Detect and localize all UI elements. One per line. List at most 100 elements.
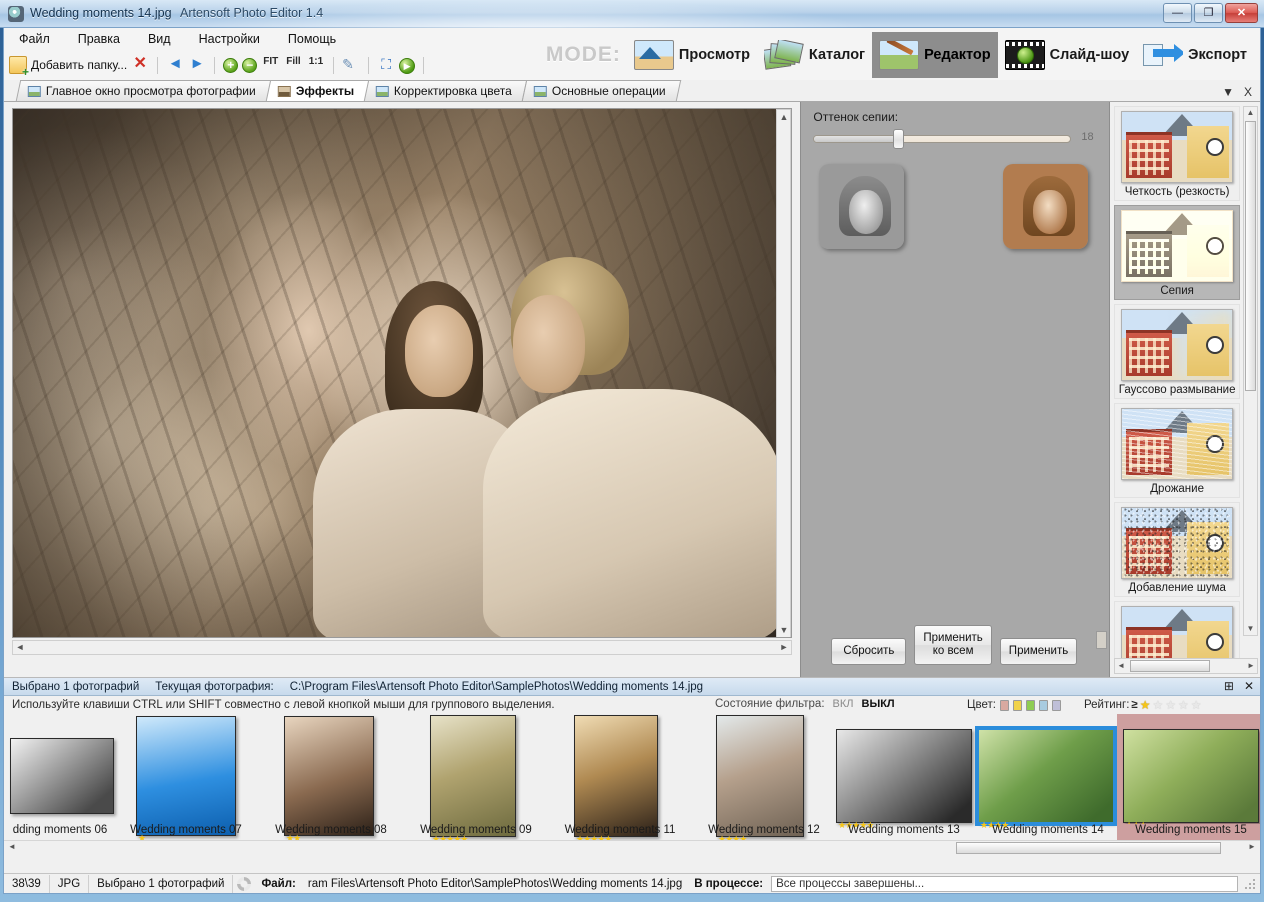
- thumbnail-image-11[interactable]: ★★★★★: [574, 715, 658, 844]
- tab-effects[interactable]: Эффекты: [265, 80, 370, 101]
- rating-star-1[interactable]: ★: [1140, 698, 1151, 712]
- strip-scroll-thumb[interactable]: [956, 842, 1221, 854]
- scroll-up-arrow[interactable]: ▲: [777, 111, 791, 124]
- effects-hscroll-left-arrow[interactable]: ◄: [1115, 660, 1127, 672]
- menu-settings[interactable]: Настройки: [196, 30, 263, 48]
- browser-close-icon[interactable]: ✕: [1244, 679, 1254, 693]
- color-swatch-yellow[interactable]: [1012, 699, 1022, 711]
- sepia-slider-thumb[interactable]: [893, 129, 905, 149]
- previous-photo-icon[interactable]: ◄: [166, 56, 184, 74]
- filter-on-option[interactable]: ВКЛ: [833, 698, 854, 710]
- thumbnail-cell[interactable]: ★: [132, 716, 240, 843]
- play-slideshow-icon[interactable]: ▶: [399, 57, 416, 74]
- scroll-right-arrow[interactable]: ►: [777, 641, 791, 654]
- mode-button-slideshow[interactable]: Слайд-шоу: [998, 32, 1137, 78]
- effects-hscroll-right-arrow[interactable]: ►: [1245, 660, 1257, 672]
- mode-button-catalog[interactable]: Каталог: [757, 32, 872, 78]
- color-swatch-purple[interactable]: [1051, 699, 1061, 711]
- apply-to-all-button[interactable]: Применить ко всем: [914, 625, 992, 665]
- tab-close-icon[interactable]: X: [1244, 85, 1252, 99]
- color-swatch-green[interactable]: [1025, 699, 1035, 711]
- apply-button[interactable]: Применить: [999, 638, 1078, 665]
- menu-file[interactable]: Файл: [16, 30, 53, 48]
- effects-scroll-down-arrow[interactable]: ▼: [1245, 623, 1256, 635]
- thumbnail-cell[interactable]: ★★★★: [712, 715, 808, 844]
- editor-mode-icon: [879, 40, 920, 70]
- thumbnail-image-13[interactable]: ★★★★★: [836, 729, 972, 830]
- preview-after-sepia[interactable]: [1003, 164, 1089, 249]
- menu-help[interactable]: Помощь: [285, 30, 339, 48]
- effects-scroll-thumb[interactable]: [1245, 121, 1256, 391]
- thumbnail-image-08[interactable]: ★★: [284, 716, 374, 843]
- minimize-button[interactable]: —: [1163, 3, 1192, 23]
- viewer-horizontal-scrollbar[interactable]: ◄ ►: [12, 640, 792, 655]
- filter-off-option[interactable]: ВЫКЛ: [862, 698, 895, 710]
- effect-item-gaussian-blur[interactable]: Гауссово размывание: [1114, 304, 1241, 399]
- rating-operator[interactable]: ≥: [1131, 699, 1137, 711]
- effects-list-horizontal-scrollbar[interactable]: ◄ ►: [1114, 658, 1258, 674]
- effect-item-sharpness[interactable]: Четкость (резкость): [1114, 106, 1241, 201]
- sepia-slider-track[interactable]: [813, 135, 1072, 143]
- tab-main-viewer[interactable]: Главное окно просмотра фотографии: [15, 80, 271, 101]
- mode-button-editor[interactable]: Редактор: [872, 32, 998, 78]
- next-photo-icon[interactable]: ►: [188, 56, 206, 74]
- effect-item-add-noise[interactable]: Добавление шума: [1114, 502, 1241, 597]
- effects-list-vertical-scrollbar[interactable]: ▲ ▼: [1243, 106, 1258, 636]
- image-canvas[interactable]: ▲ ▼: [12, 108, 792, 638]
- rating-star-2[interactable]: ★: [1153, 698, 1164, 712]
- thumbnail-cell[interactable]: ★★: [280, 716, 378, 843]
- one-to-one-button[interactable]: 1:1: [307, 56, 325, 74]
- effects-hscroll-thumb[interactable]: [1130, 660, 1211, 672]
- thumbnail-cell[interactable]: [6, 718, 118, 834]
- add-folder-icon[interactable]: [9, 56, 29, 77]
- thumbnail-strip[interactable]: ★ ★★ ★★★★★ ★★★★★ ★★★★ ★★★★★ ★★★★ dding m…: [4, 714, 1260, 854]
- close-button[interactable]: ✕: [1225, 3, 1258, 23]
- scroll-left-arrow[interactable]: ◄: [13, 641, 27, 654]
- rating-star-4[interactable]: ★: [1178, 698, 1189, 712]
- color-swatch-blue[interactable]: [1038, 699, 1048, 711]
- fit-button[interactable]: FIT: [261, 56, 280, 74]
- scroll-down-arrow[interactable]: ▼: [777, 624, 791, 637]
- resize-grip-icon[interactable]: [1244, 877, 1256, 890]
- fill-button[interactable]: Fill: [284, 56, 302, 74]
- delete-icon[interactable]: ✕: [131, 56, 149, 74]
- zoom-in-icon[interactable]: +: [223, 58, 239, 73]
- mode-button-view[interactable]: Просмотр: [627, 32, 757, 78]
- preview-before-grayscale[interactable]: [819, 164, 905, 249]
- thumbnail-cell[interactable]: ★★★★★: [832, 718, 976, 834]
- effects-scroll-up-arrow[interactable]: ▲: [1245, 107, 1256, 119]
- thumbnail-image-12[interactable]: ★★★★: [716, 715, 804, 844]
- maximize-button[interactable]: ❐: [1194, 3, 1223, 23]
- rating-star-3[interactable]: ★: [1165, 698, 1176, 712]
- thumbnail-cell[interactable]: ★★★★★: [570, 715, 662, 844]
- thumbnail-image-07[interactable]: ★: [136, 716, 236, 843]
- tab-basic-operations[interactable]: Основные операции: [521, 80, 681, 101]
- thumbnail-image-15[interactable]: ★★★: [1123, 729, 1259, 830]
- strip-scroll-left-arrow[interactable]: ◄: [6, 841, 18, 853]
- panel-scroll-handle[interactable]: [1096, 631, 1108, 649]
- rating-star-5[interactable]: ★: [1191, 698, 1202, 712]
- thumbnail-image-06[interactable]: [10, 738, 114, 814]
- add-folder-label[interactable]: Добавить папку...: [31, 58, 127, 72]
- tab-color-correction[interactable]: Корректировка цвета: [363, 80, 528, 101]
- edit-icon[interactable]: ✎: [342, 56, 360, 74]
- effect-item-next-partial[interactable]: [1114, 601, 1241, 658]
- strip-scroll-right-arrow[interactable]: ►: [1246, 841, 1258, 853]
- reset-button[interactable]: Сбросить: [831, 638, 907, 665]
- zoom-out-icon[interactable]: −: [242, 58, 258, 73]
- thumbnail-cell[interactable]: ★★★★★: [426, 715, 520, 844]
- menu-view[interactable]: Вид: [145, 30, 174, 48]
- color-swatch-red[interactable]: [999, 699, 1009, 711]
- thumbnail-image-09[interactable]: ★★★★★: [430, 715, 516, 844]
- fullscreen-icon[interactable]: ⛶: [377, 56, 395, 74]
- viewer-vertical-scrollbar[interactable]: ▲ ▼: [776, 109, 791, 637]
- effect-item-jitter[interactable]: Дрожание: [1114, 403, 1241, 498]
- thumbnail-image-14-selected[interactable]: ★★★★: [975, 726, 1117, 830]
- menu-edit[interactable]: Правка: [75, 30, 123, 48]
- effect-item-sepia[interactable]: Сепия: [1114, 205, 1241, 300]
- strip-horizontal-scrollbar[interactable]: ◄ ►: [4, 840, 1260, 854]
- thumbnail-cell[interactable]: ★★★★: [974, 718, 1118, 834]
- mode-button-export[interactable]: Экспорт: [1136, 32, 1254, 78]
- chevron-down-icon[interactable]: ▼: [1222, 85, 1234, 99]
- pin-icon[interactable]: ⊞: [1224, 679, 1234, 693]
